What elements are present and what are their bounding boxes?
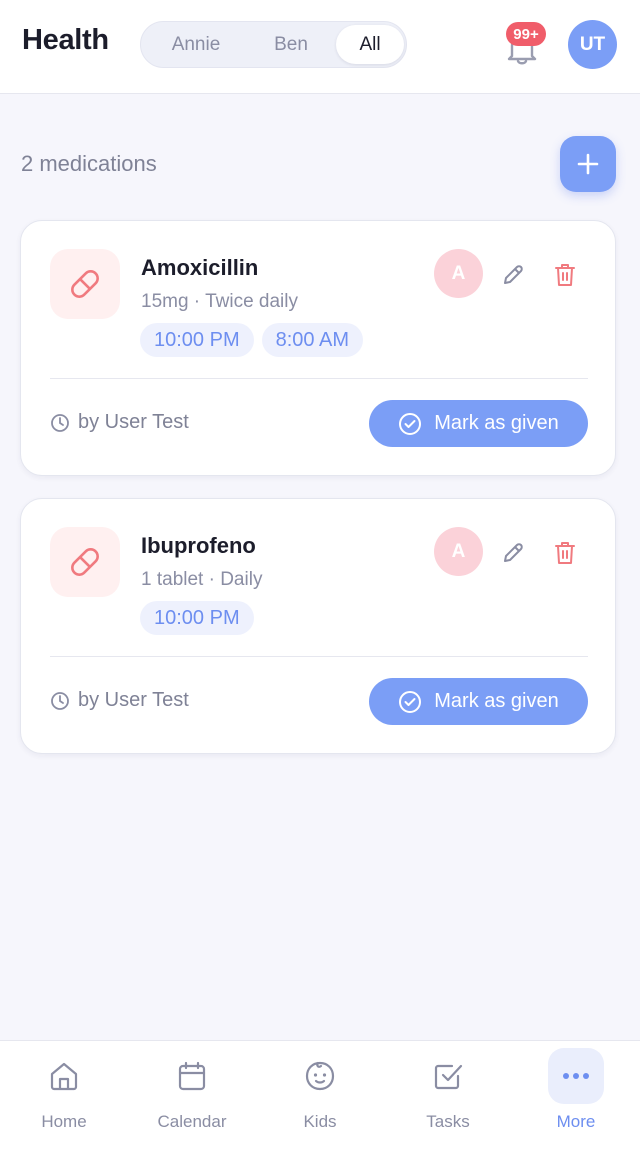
nav-label: More: [556, 1112, 596, 1131]
bottom-navigation: Home Calendar Kids Tasks More: [0, 1040, 640, 1150]
baby-face-icon: [305, 1061, 335, 1091]
baby-face-icon-wrap: [292, 1048, 348, 1104]
pill-icon: [71, 548, 99, 576]
trash-icon: [555, 542, 575, 564]
time-chip: 10:00 PM: [140, 323, 254, 357]
nav-more[interactable]: More: [512, 1041, 640, 1150]
pill-icon: [71, 270, 99, 298]
delete-medication-button[interactable]: [549, 537, 581, 569]
nav-label: Calendar: [157, 1112, 227, 1131]
card-divider: [50, 378, 588, 379]
filter-tab-ben[interactable]: Ben: [246, 25, 336, 64]
mark-as-given-button[interactable]: Mark as given: [369, 400, 588, 447]
more-dots-icon-wrap: [548, 1048, 604, 1104]
edit-medication-button[interactable]: [497, 259, 529, 291]
added-by-text: by User Test: [78, 689, 189, 711]
nav-tasks[interactable]: Tasks: [384, 1041, 512, 1150]
mark-as-given-label: Mark as given: [434, 412, 559, 434]
more-dots-icon: [563, 1073, 589, 1079]
nav-home[interactable]: Home: [0, 1041, 128, 1150]
added-by: by User Test: [50, 411, 189, 434]
trash-icon: [555, 264, 575, 286]
top-app-bar: Health Annie Ben All 99+ UT: [0, 0, 640, 94]
check-circle-icon: [399, 690, 422, 713]
plus-icon: [577, 153, 599, 175]
medication-name: Ibuprofeno: [141, 533, 256, 558]
nav-kids[interactable]: Kids: [256, 1041, 384, 1150]
card-divider: [50, 656, 588, 657]
mark-as-given-label: Mark as given: [434, 690, 559, 712]
home-icon-wrap: [36, 1048, 92, 1104]
filter-tab-annie[interactable]: Annie: [146, 25, 246, 64]
dose-times: 10:00 PM 8:00 AM: [140, 323, 363, 357]
delete-medication-button[interactable]: [549, 259, 581, 291]
checkbox-icon-wrap: [420, 1048, 476, 1104]
nav-label: Home: [41, 1112, 87, 1131]
dose-times: 10:00 PM: [140, 601, 254, 635]
nav-label: Tasks: [426, 1112, 470, 1131]
person-filter-segmented-control: Annie Ben All: [140, 21, 407, 68]
home-icon: [50, 1062, 78, 1091]
assigned-person-avatar: A: [434, 527, 483, 576]
medication-count: 2 medications: [21, 151, 157, 176]
medication-icon-tile: [50, 527, 120, 597]
time-chip: 8:00 AM: [261, 323, 363, 357]
edit-medication-button[interactable]: [497, 537, 529, 569]
medication-icon-tile: [50, 249, 120, 319]
filter-tab-all[interactable]: All: [336, 25, 404, 64]
calendar-icon: [178, 1061, 206, 1091]
clock-icon: [51, 691, 69, 710]
added-by-text: by User Test: [78, 411, 189, 433]
added-by: by User Test: [50, 689, 189, 712]
nav-calendar[interactable]: Calendar: [128, 1041, 256, 1150]
mark-as-given-button[interactable]: Mark as given: [369, 678, 588, 725]
medication-card: Ibuprofeno 1 tablet · Daily 10:00 PM A b…: [20, 498, 616, 754]
medication-card: Amoxicillin 15mg · Twice daily 10:00 PM …: [20, 220, 616, 476]
user-avatar[interactable]: UT: [568, 20, 617, 69]
calendar-icon-wrap: [164, 1048, 220, 1104]
notification-count-badge: 99+: [506, 22, 546, 46]
pencil-icon: [504, 265, 523, 284]
time-chip: 10:00 PM: [140, 601, 254, 635]
checkbox-icon: [434, 1064, 463, 1090]
check-circle-icon: [399, 412, 422, 435]
add-medication-button[interactable]: [560, 136, 616, 192]
medication-name: Amoxicillin: [141, 255, 259, 280]
clock-icon: [51, 413, 69, 432]
medication-dose: 15mg · Twice daily: [141, 291, 298, 312]
nav-label: Kids: [303, 1112, 337, 1131]
assigned-person-avatar: A: [434, 249, 483, 298]
medication-dose: 1 tablet · Daily: [141, 569, 263, 590]
pencil-icon: [504, 543, 523, 562]
page-title: Health: [22, 24, 109, 56]
